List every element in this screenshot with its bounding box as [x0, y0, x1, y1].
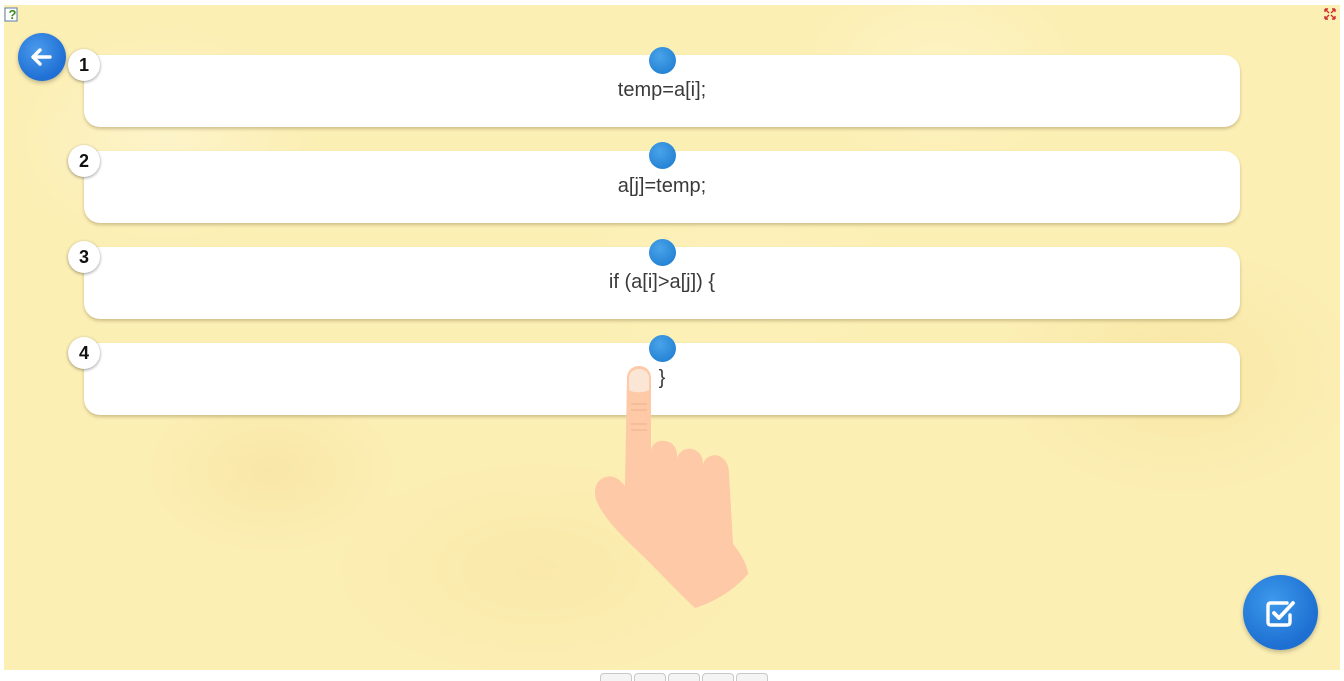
page-tab[interactable] — [668, 673, 700, 681]
page-tab[interactable] — [736, 673, 768, 681]
page-tab[interactable] — [702, 673, 734, 681]
drag-handle-icon[interactable] — [649, 335, 676, 362]
checkbox-check-icon — [1265, 600, 1295, 627]
drag-handle-icon[interactable] — [649, 142, 676, 169]
code-line: if (a[i]>a[j]) { — [608, 271, 716, 293]
code-line: temp=a[i]; — [617, 79, 707, 101]
page-tab[interactable] — [600, 673, 632, 681]
check-answer-button[interactable] — [1243, 575, 1318, 650]
drag-handle-icon[interactable] — [649, 47, 676, 74]
code-line: } — [658, 367, 666, 389]
back-arrow-icon — [31, 48, 52, 66]
back-button[interactable] — [18, 33, 66, 81]
row-number-badge: 3 — [68, 241, 100, 273]
code-line: a[j]=temp; — [617, 175, 707, 197]
row-number-badge: 1 — [68, 49, 100, 81]
row-number-badge: 2 — [68, 145, 100, 177]
svg-text:?: ? — [9, 7, 17, 22]
page-tab[interactable] — [634, 673, 666, 681]
row-number-badge: 4 — [68, 337, 100, 369]
help-icon[interactable]: ? — [4, 6, 21, 23]
page-navigation — [600, 673, 768, 681]
drag-handle-icon[interactable] — [649, 239, 676, 266]
fullscreen-icon[interactable] — [1324, 8, 1336, 20]
